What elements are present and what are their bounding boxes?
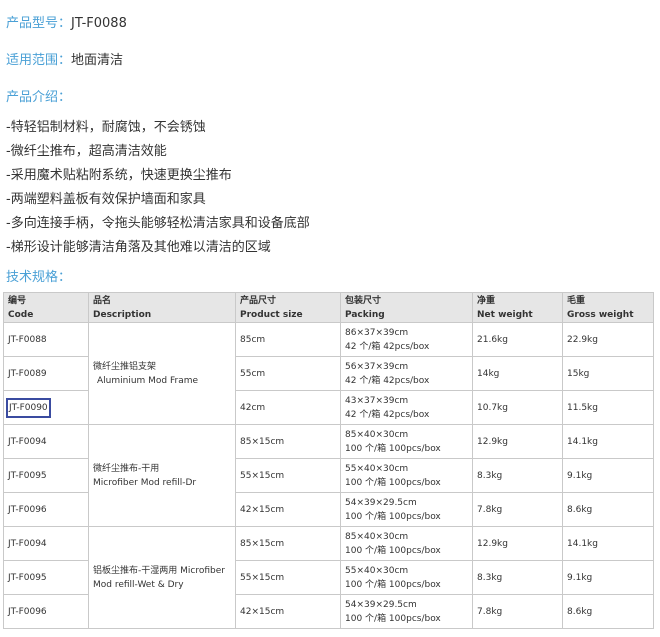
model-line: 产品型号：JT-F0088 bbox=[6, 12, 127, 31]
cell-gross: 9.1kg bbox=[562, 458, 654, 493]
cell-code: JT-F0096 bbox=[3, 594, 89, 629]
cell-net: 10.7kg bbox=[472, 390, 563, 425]
feature-item: -多向连接手柄，令拖头能够轻松清洁家具和设备底部 bbox=[6, 216, 310, 231]
cell-packing: 86×37×39cm 42 个/箱 42pcs/box bbox=[340, 322, 473, 357]
model-value: JT-F0088 bbox=[71, 16, 127, 31]
cell-size: 42cm bbox=[235, 390, 341, 425]
cell-gross: 11.5kg bbox=[562, 390, 654, 425]
highlighted-code: JT-F0090 bbox=[6, 397, 51, 418]
cell-gross: 9.1kg bbox=[562, 560, 654, 595]
cell-net: 8.3kg bbox=[472, 458, 563, 493]
table-header-row: 编号 Code 品名 Description 产品尺寸 Product size 包装… bbox=[3, 292, 654, 323]
cell-gross: 14.1kg bbox=[562, 526, 654, 561]
cell-packing: 54×39×29.5cm 100 个/箱 100pcs/box bbox=[340, 594, 473, 629]
scope-label: 适用范围： bbox=[6, 53, 72, 68]
cell-size: 55cm bbox=[235, 356, 341, 391]
cell-net: 21.6kg bbox=[472, 322, 563, 357]
cell-size: 85cm bbox=[235, 322, 341, 357]
cell-size: 85×15cm bbox=[235, 526, 341, 561]
cell-code: JT-F0094 bbox=[3, 526, 89, 561]
cell-size: 42×15cm bbox=[235, 492, 341, 527]
header-gross-weight: 毛重 Gross weight bbox=[562, 292, 654, 323]
header-net-weight: 净重 Net weight bbox=[472, 292, 563, 323]
cell-gross: 15kg bbox=[562, 356, 654, 391]
feature-item: -两端塑料盖板有效保护墙面和家具 bbox=[6, 192, 206, 207]
cell-size: 42×15cm bbox=[235, 594, 341, 629]
cell-code: JT-F0090 bbox=[3, 390, 89, 425]
cell-code: JT-F0095 bbox=[3, 458, 89, 493]
feature-item: -梯形设计能够清洁角落及其他难以清洁的区域 bbox=[6, 240, 271, 255]
feature-item: -特轻铝制材料，耐腐蚀，不会锈蚀 bbox=[6, 120, 206, 135]
cell-code: JT-F0094 bbox=[3, 424, 89, 459]
scope-value: 地面清洁 bbox=[71, 53, 124, 68]
spec-heading: 技术规格： bbox=[6, 270, 72, 285]
model-label: 产品型号： bbox=[6, 16, 72, 31]
cell-packing: 55×40×30cm 100 个/箱 100pcs/box bbox=[340, 458, 473, 493]
cell-packing: 85×40×30cm 100 个/箱 100pcs/box bbox=[340, 526, 473, 561]
header-description: 品名 Description bbox=[88, 292, 236, 323]
cell-size: 85×15cm bbox=[235, 424, 341, 459]
feature-item: -采用魔术贴粘附系统，快速更换尘推布 bbox=[6, 168, 232, 183]
cell-packing: 56×37×39cm 42 个/箱 42pcs/box bbox=[340, 356, 473, 391]
product-page: 产品型号：JT-F0088 适用范围：地面清洁 产品介绍： -特轻铝制材料，耐腐… bbox=[0, 0, 660, 637]
cell-net: 7.8kg bbox=[472, 594, 563, 629]
cell-code: JT-F0089 bbox=[3, 356, 89, 391]
cell-net: 7.8kg bbox=[472, 492, 563, 527]
feature-item: -微纤尘推布，超高清洁效能 bbox=[6, 144, 167, 159]
spec-table: 编号 Code 品名 Description 产品尺寸 Product size 包装… bbox=[3, 292, 654, 629]
cell-packing: 54×39×29.5cm 100 个/箱 100pcs/box bbox=[340, 492, 473, 527]
cell-net: 12.9kg bbox=[472, 424, 563, 459]
intro-heading: 产品介绍： bbox=[6, 90, 72, 105]
table-row: JT-F0088 微纤尘推铝支架 Aluminium Mod Frame 85cm… bbox=[3, 322, 654, 425]
scope-line: 适用范围：地面清洁 bbox=[6, 49, 123, 68]
cell-packing: 55×40×30cm 100 个/箱 100pcs/box bbox=[340, 560, 473, 595]
cell-net: 12.9kg bbox=[472, 526, 563, 561]
cell-size: 55×15cm bbox=[235, 458, 341, 493]
cell-size: 55×15cm bbox=[235, 560, 341, 595]
cell-description: 微纤尘推布-干用 Microfiber Mod refill-Dr bbox=[88, 424, 236, 527]
table-row: JT-F0094 微纤尘推布-干用 Microfiber Mod refill-D… bbox=[3, 424, 654, 527]
cell-gross: 8.6kg bbox=[562, 492, 654, 527]
cell-gross: 22.9kg bbox=[562, 322, 654, 357]
cell-packing: 85×40×30cm 100 个/箱 100pcs/box bbox=[340, 424, 473, 459]
cell-gross: 14.1kg bbox=[562, 424, 654, 459]
cell-code: JT-F0096 bbox=[3, 492, 89, 527]
header-packing: 包装尺寸 Packing bbox=[340, 292, 473, 323]
cell-code: JT-F0095 bbox=[3, 560, 89, 595]
header-product-size: 产品尺寸 Product size bbox=[235, 292, 341, 323]
header-code: 编号 Code bbox=[3, 292, 89, 323]
cell-description: 铝板尘推布-干湿两用 Microfiber Mod refill-Wet & Dr… bbox=[88, 526, 236, 629]
cell-gross: 8.6kg bbox=[562, 594, 654, 629]
cell-description: 微纤尘推铝支架 Aluminium Mod Frame bbox=[88, 322, 236, 425]
cell-packing: 43×37×39cm 42 个/箱 42pcs/box bbox=[340, 390, 473, 425]
cell-net: 8.3kg bbox=[472, 560, 563, 595]
table-row: JT-F0094 铝板尘推布-干湿两用 Microfiber Mod refill… bbox=[3, 526, 654, 629]
cell-code: JT-F0088 bbox=[3, 322, 89, 357]
cell-net: 14kg bbox=[472, 356, 563, 391]
